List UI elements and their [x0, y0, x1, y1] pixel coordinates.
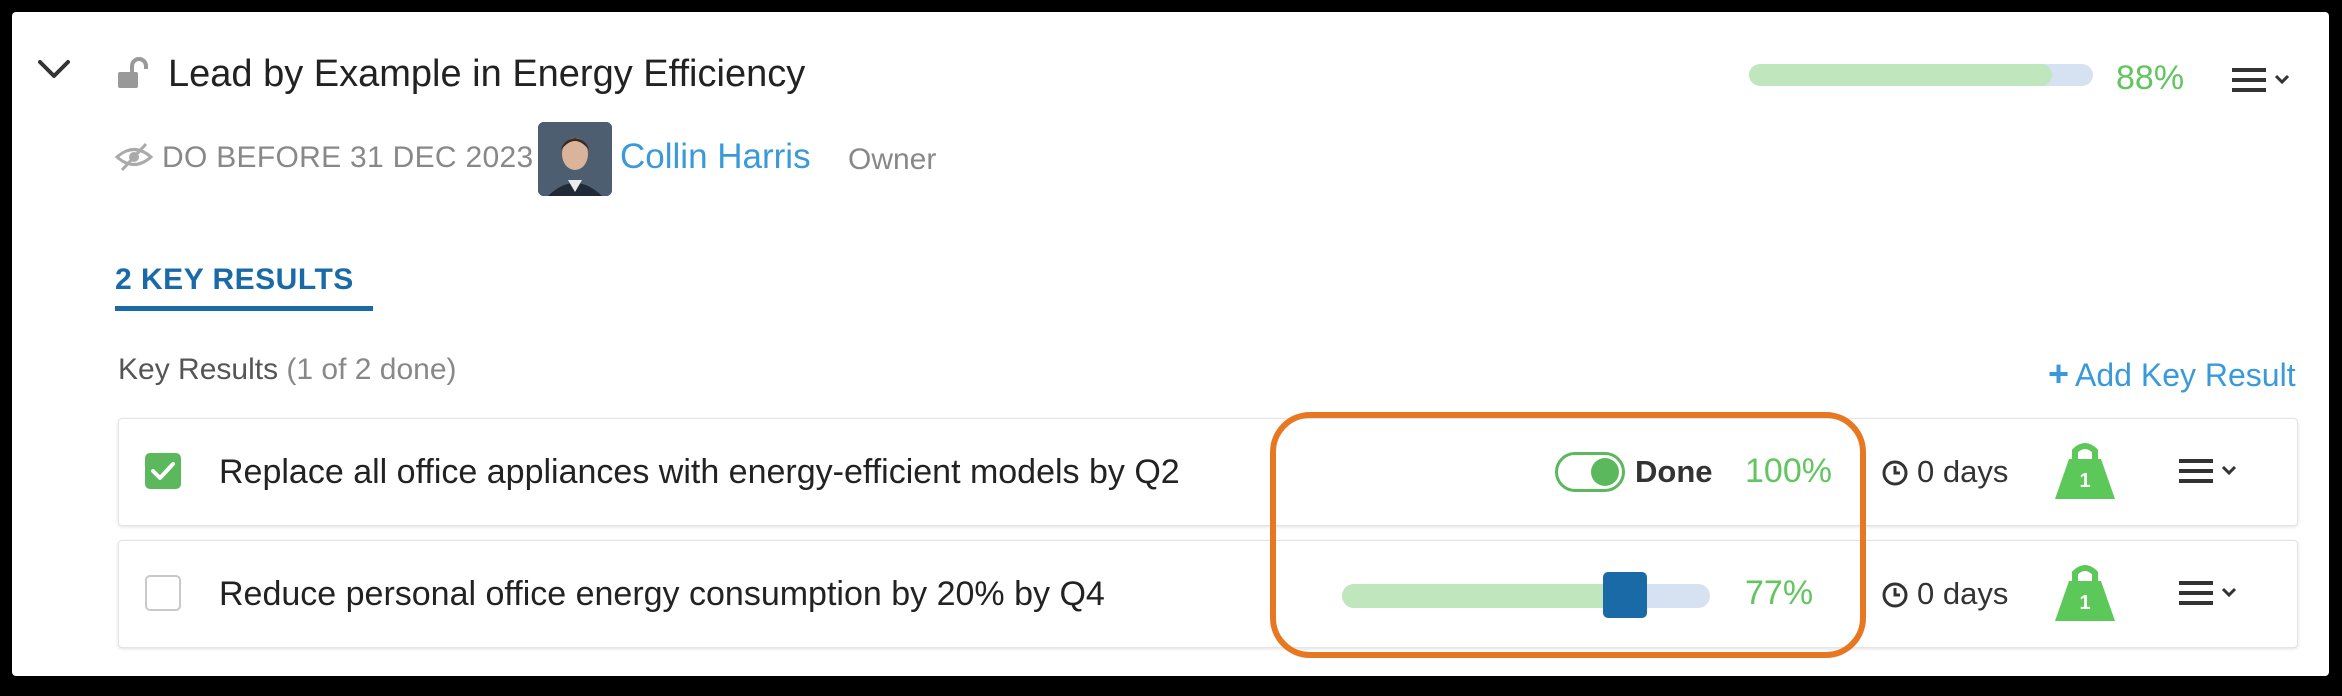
chevron-down-icon[interactable]	[34, 50, 74, 90]
tab-active-underline	[115, 306, 373, 311]
toggle-knob	[1591, 458, 1619, 486]
objective-title[interactable]: Lead by Example in Energy Efficiency	[168, 50, 805, 98]
days-remaining: 0 days	[1917, 454, 2009, 489]
objective-progress-percent: 88%	[2116, 59, 2185, 97]
progress-slider-handle[interactable]	[1603, 572, 1648, 618]
weight-value: 1	[2079, 592, 2091, 614]
objective-progress-bar	[1749, 64, 2093, 86]
key-results-summary: (1 of 2 done)	[286, 353, 457, 386]
key-result-menu-icon[interactable]	[2175, 575, 2247, 611]
avatar-photo	[538, 122, 612, 196]
check-icon	[151, 462, 175, 480]
done-toggle[interactable]	[1555, 452, 1625, 492]
add-key-result-button[interactable]: + Add Key Result	[2048, 355, 2296, 394]
eye-slash-icon	[114, 142, 154, 172]
add-key-result-label: Add Key Result	[2075, 357, 2296, 393]
key-result-percent: 77%	[1745, 574, 1814, 612]
key-result-title[interactable]: Reduce personal office energy consumptio…	[219, 573, 1105, 615]
kettlebell-weight-icon[interactable]: 1	[2053, 439, 2117, 501]
deadline-text: DO BEFORE 31 DEC 2023	[162, 141, 534, 174]
key-results-heading: Key Results (1 of 2 done)	[118, 352, 457, 388]
key-result-checkbox[interactable]	[145, 575, 181, 611]
clock-icon	[1882, 582, 1908, 608]
objective-menu-icon[interactable]	[2228, 62, 2300, 98]
kettlebell-weight-icon[interactable]: 1	[2053, 561, 2117, 623]
objective-progress-fill	[1749, 64, 2052, 86]
clock-icon	[1882, 460, 1908, 486]
progress-slider-track[interactable]	[1342, 584, 1710, 608]
key-result-menu-icon[interactable]	[2175, 453, 2247, 489]
avatar[interactable]	[538, 122, 612, 196]
key-result-row: Reduce personal office energy consumptio…	[118, 540, 2298, 648]
plus-icon: +	[2048, 353, 2070, 394]
weight-value: 1	[2079, 470, 2091, 492]
done-label: Done	[1635, 454, 1713, 489]
days-remaining: 0 days	[1917, 576, 2009, 611]
key-result-percent: 100%	[1745, 452, 1832, 490]
progress-slider-fill	[1342, 584, 1626, 608]
key-result-title[interactable]: Replace all office appliances with energ…	[219, 451, 1180, 493]
owner-role-label: Owner	[848, 143, 937, 176]
key-result-checkbox[interactable]	[145, 453, 181, 489]
objective-card: Lead by Example in Energy Efficiency 88%…	[12, 12, 2329, 676]
tab-key-results[interactable]: 2 KEY RESULTS	[115, 262, 354, 298]
key-result-row: Replace all office appliances with energ…	[118, 418, 2298, 526]
owner-name-link[interactable]: Collin Harris	[620, 136, 811, 178]
unlock-icon[interactable]	[114, 56, 158, 96]
key-results-heading-label: Key Results	[118, 353, 279, 386]
